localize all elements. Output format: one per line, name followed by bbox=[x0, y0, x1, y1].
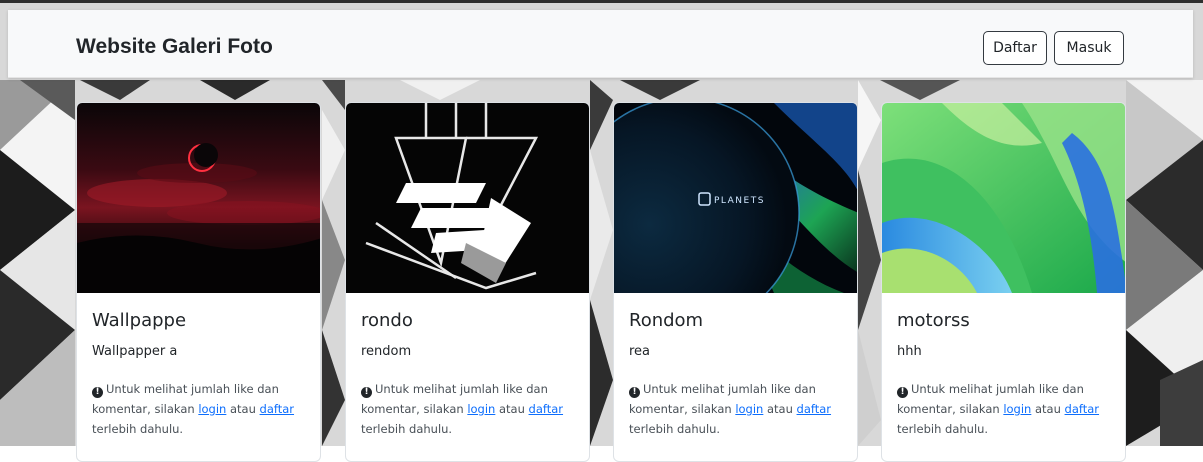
navbar: Website Galeri Foto Daftar Masuk bbox=[8, 10, 1193, 78]
info-icon: ! bbox=[92, 387, 103, 398]
register-link[interactable]: daftar bbox=[529, 402, 563, 416]
card-description: rea bbox=[629, 344, 651, 359]
notice-text: terlebih dahulu. bbox=[361, 422, 453, 436]
brand-title[interactable]: Website Galeri Foto bbox=[76, 35, 273, 59]
notice-text: terlebih dahulu. bbox=[897, 422, 989, 436]
photo-thumbnail[interactable]: PLANETS bbox=[614, 103, 858, 293]
notice-text: atau bbox=[495, 402, 529, 416]
register-button[interactable]: Daftar bbox=[983, 31, 1047, 65]
notice-text: atau bbox=[1031, 402, 1065, 416]
photo-thumbnail[interactable] bbox=[346, 103, 590, 293]
login-button[interactable]: Masuk bbox=[1054, 31, 1124, 65]
photo-card: Wallpappe Wallpapper a ! Untuk melihat ju… bbox=[76, 102, 321, 462]
info-icon: ! bbox=[361, 387, 372, 398]
photo-thumbnail[interactable] bbox=[77, 103, 321, 293]
card-description: Wallpapper a bbox=[92, 344, 178, 359]
login-notice: ! Untuk melihat jumlah like dan komentar,… bbox=[92, 379, 314, 439]
register-link[interactable]: daftar bbox=[797, 402, 831, 416]
card-title: Rondom bbox=[629, 310, 704, 331]
card-description: rendom bbox=[361, 344, 412, 359]
card-description: hhh bbox=[897, 344, 922, 359]
register-link[interactable]: daftar bbox=[1065, 402, 1099, 416]
notice-text: terlebih dahulu. bbox=[629, 422, 721, 436]
info-icon: ! bbox=[897, 387, 908, 398]
login-link[interactable]: login bbox=[198, 402, 226, 416]
login-link[interactable]: login bbox=[1003, 402, 1031, 416]
photo-card: PLANETS Rondom rea ! Untuk melihat jumlah… bbox=[613, 102, 858, 462]
notice-text: atau bbox=[226, 402, 260, 416]
notice-text: atau bbox=[763, 402, 797, 416]
photo-card: rondo rendom ! Untuk melihat jumlah like … bbox=[345, 102, 590, 462]
info-icon: ! bbox=[629, 387, 640, 398]
login-link[interactable]: login bbox=[735, 402, 763, 416]
login-link[interactable]: login bbox=[467, 402, 495, 416]
photo-thumbnail[interactable] bbox=[882, 103, 1126, 293]
planets-logo-text: PLANETS bbox=[714, 196, 765, 206]
login-notice: ! Untuk melihat jumlah like dan komentar,… bbox=[897, 379, 1119, 439]
login-notice: ! Untuk melihat jumlah like dan komentar,… bbox=[629, 379, 851, 439]
card-title: Wallpappe bbox=[92, 310, 187, 331]
card-title: rondo bbox=[361, 310, 413, 331]
login-notice: ! Untuk melihat jumlah like dan komentar,… bbox=[361, 379, 583, 439]
window-top-border bbox=[0, 0, 1203, 3]
register-link[interactable]: daftar bbox=[260, 402, 294, 416]
photo-card: motorss hhh ! Untuk melihat jumlah like d… bbox=[881, 102, 1126, 462]
notice-text: terlebih dahulu. bbox=[92, 422, 184, 436]
card-title: motorss bbox=[897, 310, 970, 331]
